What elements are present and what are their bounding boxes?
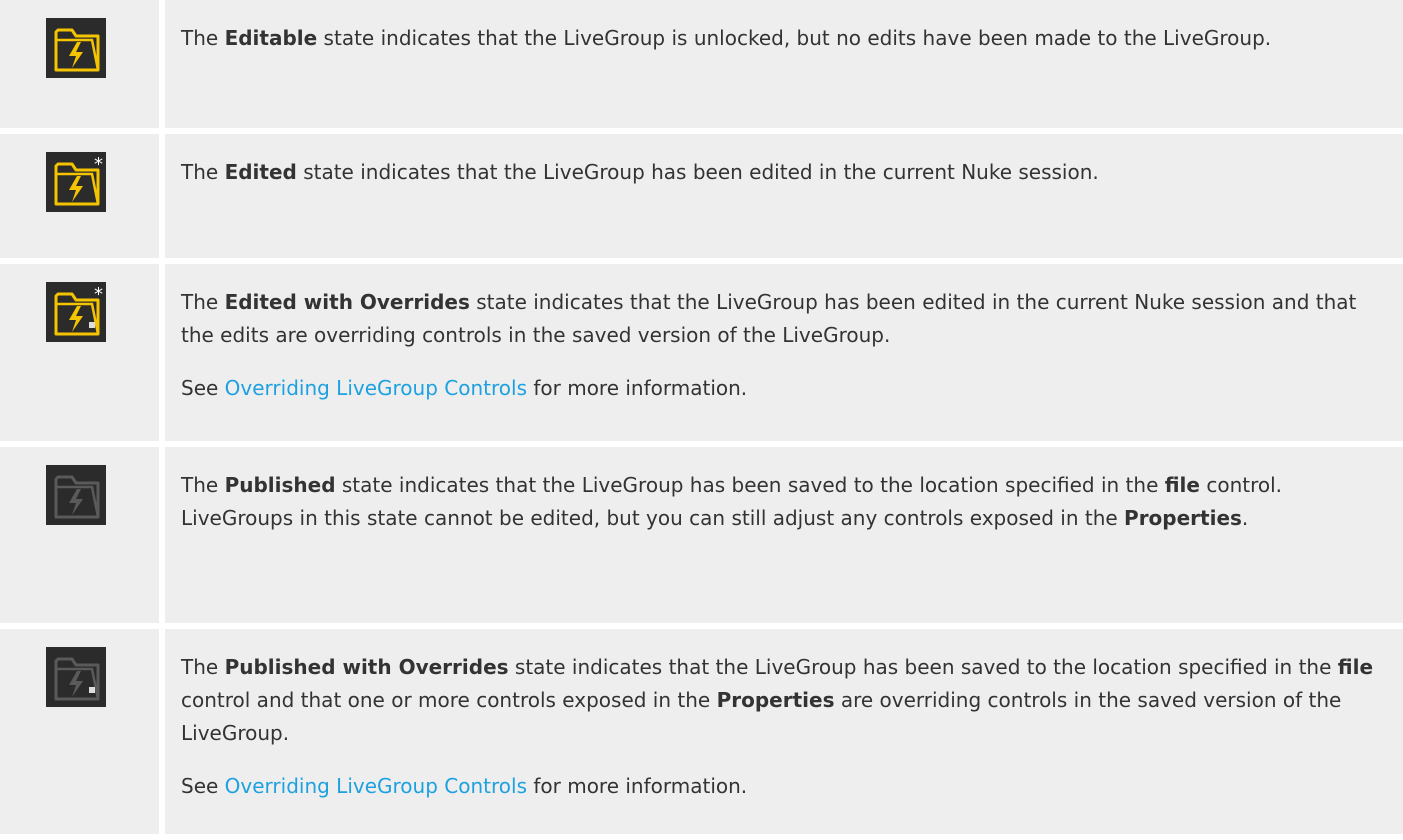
livegroup-editable-icon [46, 18, 106, 78]
state-row-editable: The Editable state indicates that the Li… [0, 0, 1403, 134]
icon-cell: * [0, 261, 165, 447]
state-description: The Editable state indicates that the Li… [162, 0, 1403, 134]
state-description: The Published state indicates that the L… [162, 444, 1403, 629]
see-also-paragraph: See Overriding LiveGroup Controls for mo… [181, 376, 748, 400]
state-row-edited: * The Edited state indicates that the Li… [0, 131, 1403, 264]
state-name: Edited [224, 160, 297, 184]
livegroup-published-overrides-icon [46, 647, 106, 707]
description-paragraph: The Editable state indicates that the Li… [181, 26, 1272, 50]
livegroup-edited-icon: * [46, 152, 106, 212]
file-control-term: file [1164, 473, 1200, 497]
state-name: Published [224, 473, 336, 497]
description-paragraph: The Edited state indicates that the Live… [181, 160, 1099, 184]
state-row-published-with-overrides: The Published with Overrides state indic… [0, 626, 1403, 840]
overriding-livegroup-controls-link[interactable]: Overriding LiveGroup Controls [225, 774, 527, 798]
state-row-edited-with-overrides: * The Edited with Overrides state indica… [0, 261, 1403, 447]
state-description: The Edited with Overrides state indicate… [162, 261, 1403, 447]
state-description: The Published with Overrides state indic… [162, 626, 1403, 840]
svg-text:*: * [94, 154, 103, 175]
livegroup-states-table: The Editable state indicates that the Li… [0, 0, 1403, 840]
state-name: Editable [224, 26, 318, 50]
icon-cell [0, 626, 165, 840]
description-paragraph: The Published with Overrides state indic… [181, 655, 1374, 745]
state-name: Published with Overrides [224, 655, 509, 679]
file-control-term: file [1337, 655, 1374, 679]
svg-text:*: * [94, 284, 103, 305]
overriding-livegroup-controls-link[interactable]: Overriding LiveGroup Controls [225, 376, 527, 400]
icon-cell: * [0, 131, 165, 264]
state-description: The Edited state indicates that the Live… [162, 131, 1403, 264]
description-paragraph: The Edited with Overrides state indicate… [181, 290, 1357, 347]
icon-cell [0, 0, 165, 134]
state-row-published: The Published state indicates that the L… [0, 444, 1403, 629]
description-paragraph: The Published state indicates that the L… [181, 473, 1283, 530]
icon-cell [0, 444, 165, 629]
see-also-paragraph: See Overriding LiveGroup Controls for mo… [181, 774, 748, 798]
livegroup-published-icon [46, 465, 106, 525]
livegroup-edited-overrides-icon: * [46, 282, 106, 342]
state-name: Edited with Overrides [224, 290, 470, 314]
properties-term: Properties [716, 688, 835, 712]
properties-term: Properties [1124, 506, 1242, 530]
